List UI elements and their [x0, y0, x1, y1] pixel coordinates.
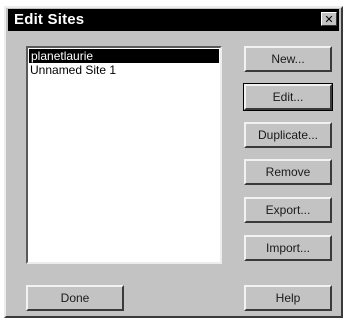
title-bar[interactable]: Edit Sites ✕ [8, 9, 339, 31]
list-item-unnamed-site-1[interactable]: Unnamed Site 1 [28, 63, 220, 77]
duplicate-button[interactable]: Duplicate... [244, 122, 332, 148]
done-button[interactable]: Done [26, 285, 124, 311]
new-button[interactable]: New... [244, 46, 332, 72]
remove-button[interactable]: Remove [244, 159, 332, 185]
import-button[interactable]: Import... [244, 235, 332, 261]
list-item-planetlaurie[interactable]: planetlaurie [29, 49, 219, 63]
edit-sites-dialog: Edit Sites ✕ planetlaurie Unnamed Site 1… [4, 6, 343, 318]
help-button[interactable]: Help [244, 285, 332, 311]
export-button[interactable]: Export... [244, 197, 332, 223]
site-list[interactable]: planetlaurie Unnamed Site 1 [26, 46, 222, 264]
edit-button[interactable]: Edit... [243, 83, 333, 111]
dialog-title: Edit Sites [14, 11, 85, 28]
close-icon[interactable]: ✕ [321, 12, 337, 26]
